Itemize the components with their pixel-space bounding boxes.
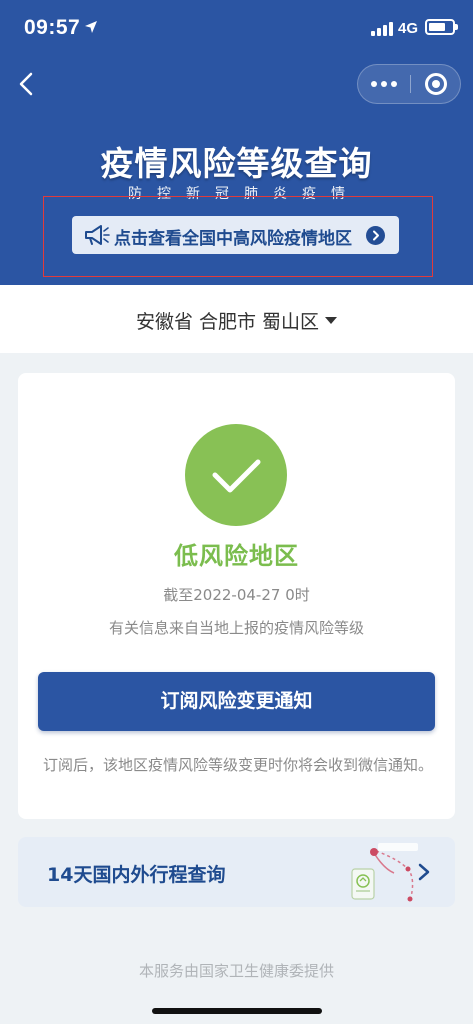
highlight-box xyxy=(43,196,433,277)
more-dot-icon xyxy=(381,81,387,87)
status-time: 09:57 xyxy=(24,16,81,39)
target-close-icon xyxy=(425,73,447,95)
caret-down-icon xyxy=(325,317,338,324)
battery-icon xyxy=(425,19,458,35)
more-menu-button[interactable] xyxy=(358,65,410,103)
page-title: 疫情风险等级查询 xyxy=(100,144,373,183)
more-dot-icon xyxy=(391,81,397,87)
home-indicator[interactable] xyxy=(152,1008,322,1014)
location-arrow-icon xyxy=(85,21,97,33)
travel-map-illustration xyxy=(351,843,418,902)
chevron-right-icon xyxy=(418,863,430,881)
risk-level-text: 低风险地区 xyxy=(174,542,299,570)
subscribe-note: 订阅后，该地区疫情风险等级变更时你将会收到微信通知。 xyxy=(43,756,434,774)
miniprogram-capsule xyxy=(357,64,461,104)
footer-attribution: 本服务由国家卫生健康委提供 xyxy=(138,962,334,980)
cellular-signal-icon xyxy=(371,22,393,36)
as-of-date: 截至2022-04-27 0时 xyxy=(163,586,310,604)
data-source-note: 有关信息来自当地上报的疫情风险等级 xyxy=(108,619,364,637)
status-bar: 09:57 4G xyxy=(0,0,473,56)
network-type: 4G xyxy=(398,20,419,37)
itinerary-query-label: 14天国内外行程查询 xyxy=(47,864,226,886)
itinerary-query-card[interactable]: 14天国内外行程查询 xyxy=(18,837,455,907)
region-selector-row: 安徽省 合肥市 蜀山区 xyxy=(0,307,473,334)
subscribe-button[interactable]: 订阅风险变更通知 xyxy=(38,672,435,731)
close-miniprogram-button[interactable] xyxy=(411,65,461,103)
more-dot-icon xyxy=(371,81,377,87)
back-icon[interactable] xyxy=(14,70,42,98)
check-circle-icon xyxy=(185,424,287,526)
risk-result-card: 低风险地区 截至2022-04-27 0时 有关信息来自当地上报的疫情风险等级 … xyxy=(18,373,455,819)
region-selector[interactable]: 安徽省 合肥市 蜀山区 xyxy=(0,285,473,353)
region-label: 安徽省 合肥市 蜀山区 xyxy=(135,311,320,333)
